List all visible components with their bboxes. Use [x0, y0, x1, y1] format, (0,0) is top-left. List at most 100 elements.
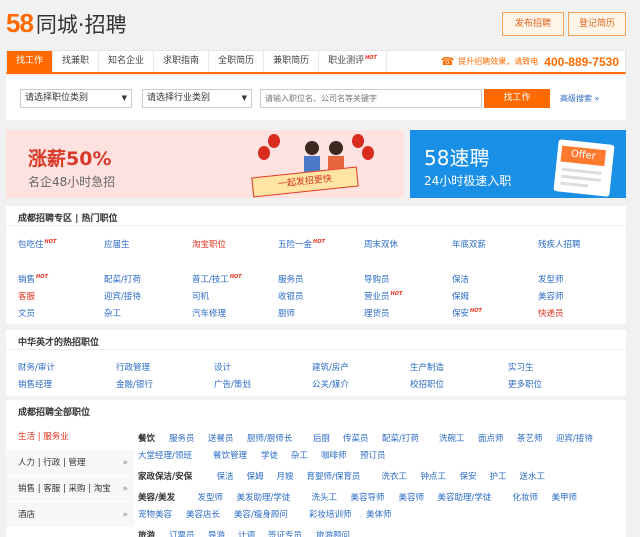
job-link[interactable]: 迎宾/接待 [556, 432, 593, 444]
job-link[interactable]: 服务员 [169, 432, 195, 444]
hot-job-link[interactable]: 汽车修理 [192, 307, 226, 319]
hot-job-link[interactable]: 厨师 [278, 307, 295, 319]
job-link[interactable]: 月嫂 [277, 470, 294, 482]
hot-job-link[interactable]: 应届生 [104, 238, 130, 250]
job-link[interactable]: 导游 [208, 529, 225, 537]
search-input[interactable] [260, 89, 482, 108]
hot-job-link[interactable]: 服务员 [278, 273, 304, 285]
hot-job-link[interactable]: 普工/技工HOT [192, 273, 242, 285]
job-link[interactable]: 送餐员 [208, 432, 234, 444]
job-link[interactable]: 订票员 [169, 529, 195, 537]
job-link[interactable]: 后厨 [313, 432, 330, 444]
zhonghua-job-link[interactable]: 设计 [214, 361, 231, 373]
job-link[interactable]: 保洁 [217, 470, 234, 482]
job-link[interactable]: 咖啡师 [321, 449, 347, 461]
job-link[interactable]: 保姆 [247, 470, 264, 482]
job-link[interactable]: 餐饮管理 [213, 449, 247, 461]
job-link[interactable]: 美发助理/学徒 [237, 491, 291, 503]
job-link[interactable]: 保安 [460, 470, 477, 482]
find-job-button[interactable]: 找工作 [484, 89, 550, 108]
banner-express[interactable]: 58速聘 24小时极速入职 Offer [410, 130, 626, 198]
job-link[interactable]: 配菜/打荷 [382, 432, 419, 444]
hot-job-link[interactable]: 客服 [18, 290, 35, 302]
job-link[interactable]: 洗碗工 [439, 432, 465, 444]
hot-job-link[interactable]: 销售HOT [18, 273, 48, 285]
nav-tab[interactable]: 找工作 [7, 51, 54, 72]
job-link[interactable]: 美甲师 [552, 491, 578, 503]
hot-job-link[interactable]: 残疾人招聘 [538, 238, 581, 250]
hot-job-link[interactable]: 理货员 [364, 307, 390, 319]
hot-job-link[interactable]: 年底双薪 [452, 238, 486, 250]
zhonghua-job-link[interactable]: 行政管理 [116, 361, 150, 373]
job-link[interactable]: 钟点工 [421, 470, 447, 482]
hot-job-link[interactable]: 保安HOT [452, 307, 482, 319]
hot-job-link[interactable]: 导购员 [364, 273, 390, 285]
register-resume-button[interactable]: 登记简历 [568, 12, 626, 36]
industry-select[interactable]: 请选择行业类别 ▼ [142, 89, 252, 108]
hot-job-link[interactable]: 文员 [18, 307, 35, 319]
nav-tab[interactable]: 兼职简历 [264, 51, 320, 72]
job-link[interactable]: 预订员 [360, 449, 386, 461]
job-link[interactable]: 传菜员 [343, 432, 369, 444]
hot-job-link[interactable]: 杂工 [104, 307, 121, 319]
hot-job-link[interactable]: 周末双休 [364, 238, 398, 250]
hot-job-link[interactable]: 快递员 [538, 307, 564, 319]
job-link[interactable]: 宠物美容 [138, 508, 172, 520]
zhonghua-job-link[interactable]: 实习生 [508, 361, 534, 373]
job-link[interactable]: 杂工 [291, 449, 308, 461]
hot-job-link[interactable]: 美容师 [538, 290, 564, 302]
zhonghua-job-link[interactable]: 校招职位 [410, 378, 444, 390]
hot-job-link[interactable]: 营业员HOT [364, 290, 402, 302]
hot-job-link[interactable]: 包吃住HOT [18, 238, 56, 250]
zhonghua-job-link[interactable]: 更多职位 [508, 378, 542, 390]
job-link[interactable]: 签证专员 [268, 529, 302, 537]
hot-job-link[interactable]: 发型师 [538, 273, 564, 285]
job-link[interactable]: 洗头工 [312, 491, 338, 503]
job-link[interactable]: 厨师/厨师长 [247, 432, 292, 444]
job-link[interactable]: 美容店长 [186, 508, 220, 520]
zhonghua-job-link[interactable]: 公关/媒介 [312, 378, 349, 390]
hot-job-link[interactable]: 配菜/打荷 [104, 273, 141, 285]
zhonghua-job-link[interactable]: 销售经理 [18, 378, 52, 390]
job-link[interactable]: 洗衣工 [382, 470, 408, 482]
zhonghua-job-link[interactable]: 财务/审计 [18, 361, 55, 373]
job-category-select[interactable]: 请选择职位类别 ▼ [20, 89, 132, 108]
job-link[interactable]: 学徒 [261, 449, 278, 461]
hot-job-link[interactable]: 淘宝职位 [192, 238, 226, 250]
job-link[interactable]: 面点师 [478, 432, 504, 444]
hot-job-link[interactable]: 五险一金HOT [278, 238, 325, 250]
nav-tab[interactable]: 知名企业 [99, 51, 155, 72]
nav-tab[interactable]: 全职简历 [209, 51, 265, 72]
zhonghua-job-link[interactable]: 金融/银行 [116, 378, 153, 390]
nav-tab[interactable]: 找兼职 [53, 51, 100, 72]
advanced-search-link[interactable]: 高级搜索 » [560, 93, 599, 104]
post-job-button[interactable]: 发布招聘 [502, 12, 564, 36]
category-side-item[interactable]: 生活 | 服务业 [6, 424, 134, 450]
job-link[interactable]: 旅游顾问 [316, 529, 350, 537]
job-link[interactable]: 计调 [238, 529, 255, 537]
zhonghua-job-link[interactable]: 广告/策划 [214, 378, 251, 390]
job-link[interactable]: 美容导师 [351, 491, 385, 503]
job-link[interactable]: 大堂经理/领班 [138, 449, 192, 461]
logo[interactable]: 58 同城·招聘 [6, 8, 127, 39]
hot-job-link[interactable]: 保洁 [452, 273, 469, 285]
category-side-item[interactable]: 酒店 » [6, 502, 134, 528]
job-link[interactable]: 美容/瘦身顾问 [234, 508, 288, 520]
category-side-item[interactable]: 人力 | 行政 | 管理 » [6, 450, 134, 476]
hot-job-link[interactable]: 司机 [192, 290, 209, 302]
hot-job-link[interactable]: 收银员 [278, 290, 304, 302]
banner-raise[interactable]: 涨薪50% 名企48小时急招 一起发招更快 [6, 130, 404, 198]
job-link[interactable]: 美体师 [366, 508, 392, 520]
job-link[interactable]: 护工 [490, 470, 507, 482]
nav-tab[interactable]: 职业测评HOT [319, 51, 387, 72]
job-link[interactable]: 化妆师 [513, 491, 539, 503]
job-link[interactable]: 美容师 [399, 491, 425, 503]
job-link[interactable]: 发型师 [198, 491, 224, 503]
job-link[interactable]: 茶艺师 [517, 432, 543, 444]
hot-job-link[interactable]: 保姆 [452, 290, 469, 302]
job-link[interactable]: 彩妆培训师 [309, 508, 352, 520]
job-link[interactable]: 送水工 [520, 470, 546, 482]
category-side-item[interactable]: 销售 | 客服 | 采购 | 淘宝 » [6, 476, 134, 502]
job-link[interactable]: 育婴师/保育员 [307, 470, 361, 482]
zhonghua-job-link[interactable]: 建筑/房产 [312, 361, 349, 373]
